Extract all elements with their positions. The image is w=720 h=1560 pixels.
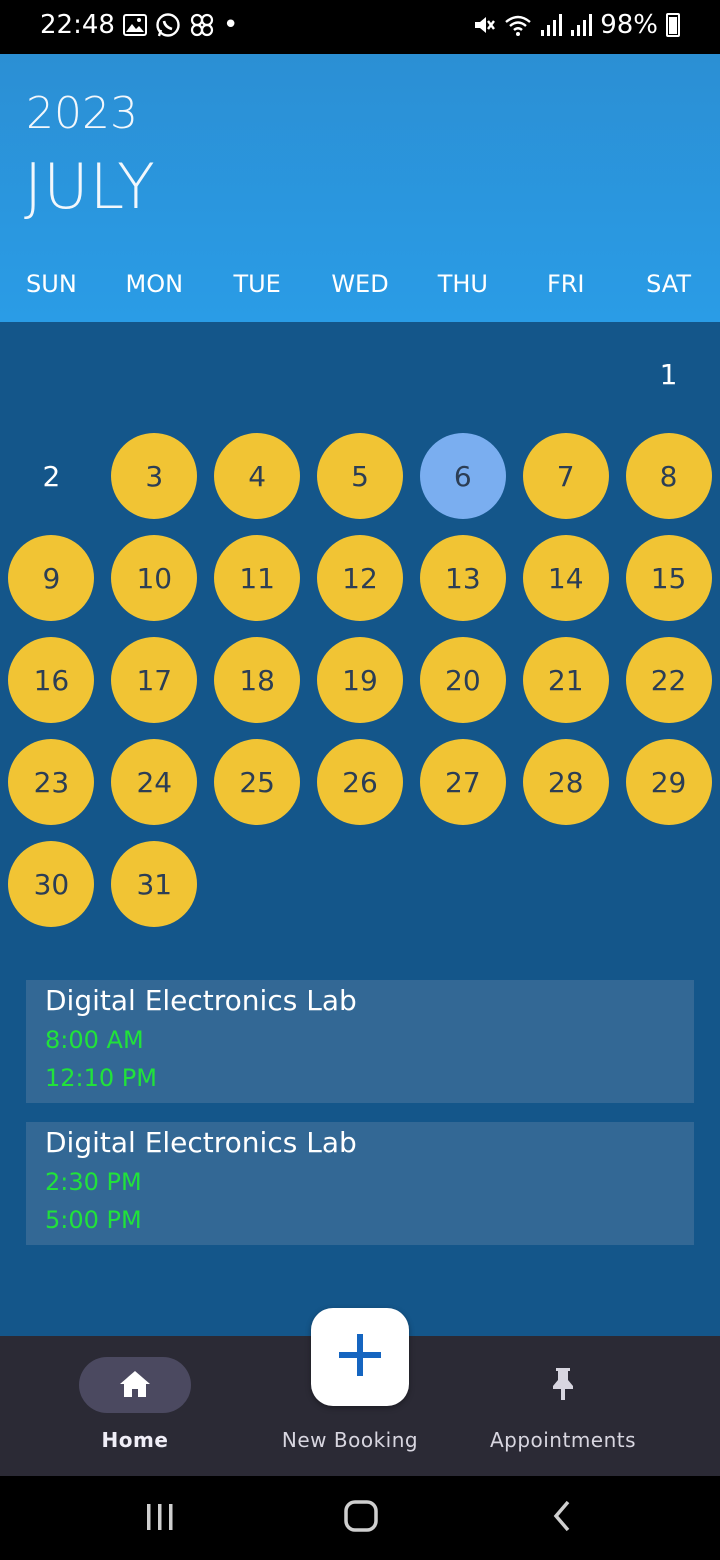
calendar-day-26[interactable]: 26 [317, 739, 403, 825]
app-icon [189, 12, 215, 38]
weekday-wed: WED [331, 270, 389, 298]
nav-appointments-label: Appointments [489, 1428, 637, 1452]
signal-icon [570, 13, 593, 37]
calendar-day-2[interactable]: 2 [8, 433, 94, 519]
calendar-day-1[interactable]: 1 [626, 331, 712, 417]
calendar-day-6[interactable]: 6 [419, 433, 506, 519]
calendar-day-9[interactable]: 9 [8, 535, 95, 621]
weekday-fri: FRI [546, 270, 585, 298]
home-icon[interactable] [79, 1357, 191, 1413]
calendar-day-25[interactable]: 25 [214, 739, 301, 825]
plus-icon [337, 1332, 383, 1382]
calendar-day-20[interactable]: 20 [419, 637, 506, 723]
battery-percent: 98% [600, 10, 658, 40]
month-label: JULY [24, 150, 156, 223]
calendar-day-22[interactable]: 22 [625, 637, 712, 723]
recents-icon[interactable] [145, 1498, 175, 1538]
calendar-day-3[interactable]: 3 [111, 433, 198, 519]
whatsapp-icon [155, 12, 181, 38]
pin-icon[interactable] [548, 1366, 578, 1406]
home-circle-icon[interactable] [343, 1498, 379, 1538]
calendar-day-24[interactable]: 24 [111, 739, 198, 825]
calendar-day-11[interactable]: 11 [214, 535, 301, 621]
weekday-sat: SAT [646, 270, 692, 298]
calendar-day-17[interactable]: 17 [111, 637, 198, 723]
status-dot: • [222, 10, 239, 40]
calendar-day-29[interactable]: 29 [625, 739, 712, 825]
calendar-day-16[interactable]: 16 [8, 637, 95, 723]
weekday-row: SUN MON TUE WED THU FRI SAT [0, 270, 720, 298]
calendar-day-15[interactable]: 15 [625, 535, 712, 621]
calendar-day-23[interactable]: 23 [8, 739, 95, 825]
weekday-sun: SUN [26, 270, 77, 298]
weekday-tue: TUE [233, 270, 281, 298]
system-navigation-bar [0, 1476, 720, 1560]
calendar-day-7[interactable]: 7 [522, 433, 609, 519]
status-bar: 22:48 • 98% [0, 0, 720, 54]
calendar-day-10[interactable]: 10 [111, 535, 198, 621]
event-start-time: 2:30 PM [45, 1168, 142, 1196]
calendar-body: 1 2 3 4 5 6 7 8 9 10 11 12 13 14 15 16 17 18 19 20 21 22 23 24 2… [0, 322, 720, 1336]
calendar-day-28[interactable]: 28 [522, 739, 609, 825]
event-card[interactable]: Digital Electronics Lab 8:00 AM 12:10 PM [26, 980, 694, 1103]
calendar-day-13[interactable]: 13 [419, 535, 506, 621]
year-label: 2023 [26, 88, 138, 139]
calendar-day-21[interactable]: 21 [522, 637, 609, 723]
calendar-day-8[interactable]: 8 [625, 433, 712, 519]
image-icon [122, 14, 147, 36]
event-title: Digital Electronics Lab [45, 1126, 357, 1159]
calendar-day-14[interactable]: 14 [522, 535, 609, 621]
back-icon[interactable] [550, 1498, 574, 1538]
status-time: 22:48 [40, 10, 115, 40]
event-end-time: 5:00 PM [45, 1206, 142, 1234]
nav-new-booking-label: New Booking [281, 1428, 419, 1452]
new-booking-fab[interactable] [311, 1308, 409, 1406]
calendar-day-18[interactable]: 18 [214, 637, 301, 723]
weekday-mon: MON [125, 270, 184, 298]
wifi-icon [504, 13, 532, 37]
status-bar-left: 22:48 • [40, 10, 238, 40]
signal-icon [540, 13, 563, 37]
calendar-day-4[interactable]: 4 [214, 433, 301, 519]
calendar-day-31[interactable]: 31 [111, 841, 198, 927]
status-bar-right: 98% [472, 10, 680, 40]
mute-icon [472, 13, 496, 37]
calendar-day-5[interactable]: 5 [317, 433, 403, 519]
nav-appointments[interactable]: Appointments [468, 1336, 658, 1476]
nav-home-label: Home [101, 1428, 169, 1452]
event-title: Digital Electronics Lab [45, 984, 357, 1017]
battery-icon [666, 13, 680, 37]
weekday-thu: THU [437, 270, 488, 298]
event-start-time: 8:00 AM [45, 1026, 144, 1054]
event-card[interactable]: Digital Electronics Lab 2:30 PM 5:00 PM [26, 1122, 694, 1245]
calendar-day-30[interactable]: 30 [8, 841, 95, 927]
calendar-day-19[interactable]: 19 [317, 637, 403, 723]
calendar-day-12[interactable]: 12 [317, 535, 403, 621]
calendar-day-27[interactable]: 27 [419, 739, 506, 825]
calendar-header: 2023 JULY SUN MON TUE WED THU FRI SAT [0, 54, 720, 322]
event-end-time: 12:10 PM [45, 1064, 157, 1092]
